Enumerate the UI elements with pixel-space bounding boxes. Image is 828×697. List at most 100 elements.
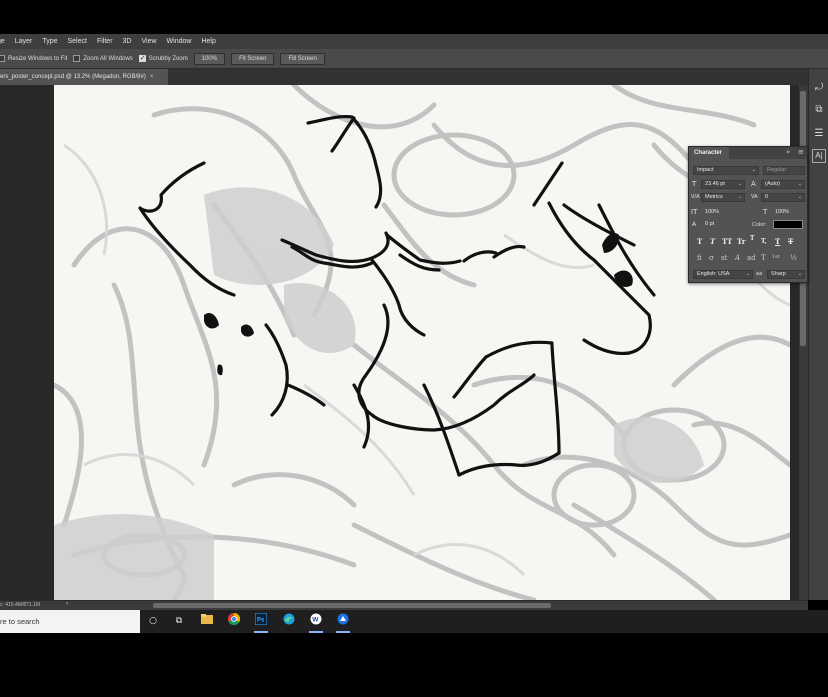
properties-icon[interactable]: ⧉ [812,103,826,117]
antialias-icon: aa [756,271,763,277]
superscript-button[interactable]: T [750,235,754,242]
chevron-down-icon: ⌄ [745,271,750,277]
resize-windows-checkbox[interactable]: Resize Windows to Fit [0,55,67,62]
resize-windows-label: Resize Windows to Fit [8,55,68,62]
document-tab-bar: ers_poster_concept.psd @ 13.2% (Megadon,… [0,69,828,85]
underline-button[interactable]: T [775,237,780,246]
menu-help[interactable]: Help [196,38,220,45]
font-family-select[interactable]: Impact ⌄ [693,166,759,175]
chrome-icon[interactable] [225,613,243,630]
leading-icon: A [751,180,756,188]
character-panel-title[interactable]: Character [689,147,729,159]
photoshop-logo-icon: Ps [254,612,268,626]
fill-screen-button[interactable]: Fill Screen [280,52,325,65]
kerning-icon: V/A [691,194,700,200]
baseline-shift-icon: A [692,221,697,228]
zoom-100-button[interactable]: 100% [193,52,226,65]
folder-icon [201,614,213,624]
horizontal-scrollbar[interactable] [68,602,808,609]
checkbox-off [0,55,5,62]
faux-italic-button[interactable]: T [710,237,715,246]
horizontal-scale-input[interactable]: 100% [771,208,805,217]
taskbar-search-input[interactable]: re to search [0,610,140,633]
chevron-down-icon: ⌄ [797,271,802,277]
titling-alternates-button[interactable]: T [761,254,766,262]
leading-input[interactable]: (Auto) ⌄ [761,180,805,189]
edge-icon[interactable] [280,613,298,630]
chrome-logo-icon [228,613,241,626]
subscript-button[interactable]: T, [761,238,767,245]
ligatures-button[interactable]: fi [697,254,702,262]
document-tab-title: ers_poster_concept.psd @ 13.2% (Megadon,… [0,74,146,80]
font-size-icon: T [692,180,697,188]
discretionary-ligatures-button[interactable]: st [721,254,727,262]
workspace [0,85,808,600]
language-select[interactable]: English: USA ⌄ [693,270,753,279]
tracking-icon: VA [751,194,758,200]
photoshop-icon[interactable]: Ps [252,612,270,633]
antialias-select[interactable]: Sharp ⌄ [767,270,805,279]
fit-screen-button[interactable]: Fit Screen [231,52,275,65]
menu-view[interactable]: View [136,38,161,45]
zoom-all-checkbox[interactable]: Zoom All Windows [73,55,133,62]
vertical-scale-icon: IT [691,208,698,216]
chevron-down-icon: ⌄ [737,194,742,200]
file-explorer-icon[interactable] [198,613,216,630]
menu-select[interactable]: Select [63,38,92,45]
checkbox-on [138,54,146,62]
horizontal-scale-icon: T [763,208,768,216]
right-panel-strip: ⤾ ⧉ ☰ A| [808,69,828,600]
history-icon[interactable]: ⤾ [812,81,826,95]
leading-value: (Auto) [765,181,780,187]
all-caps-button[interactable]: TT [722,237,732,246]
small-caps-button[interactable]: Tr [737,237,745,246]
vertical-scale-value: 100% [705,209,720,215]
strikethrough-button[interactable]: T [788,237,793,246]
app-w-icon[interactable]: W [307,613,325,633]
search-placeholder: re to search [0,617,40,626]
font-style-select[interactable]: Regular [763,166,805,175]
blue-app-logo-icon [337,613,349,625]
menu-layer[interactable]: Layer [10,38,38,45]
font-size-input[interactable]: 23.46 pt ⌄ [701,180,745,189]
horizontal-scroll-thumb[interactable] [153,603,551,608]
fractions-button[interactable]: ½ [790,254,797,262]
font-size-value: 23.46 pt [705,181,725,187]
menu-bar: ge Layer Type Select Filter 3D View Wind… [0,34,828,49]
menu-image[interactable]: ge [0,38,10,45]
character-panel-icon[interactable]: A| [812,149,826,163]
options-bar: Resize Windows to Fit Zoom All Windows S… [0,49,828,69]
zoom-all-label: Zoom All Windows [83,55,133,62]
baseline-shift-input[interactable]: 0 pt [701,220,745,229]
contextual-alternates-button[interactable]: σ [709,254,714,262]
menu-window[interactable]: Window [162,38,197,45]
ordinals-button[interactable]: 1st [772,254,780,260]
document-info[interactable]: c: 415.4M/871.1M [0,602,40,608]
task-view-icon[interactable]: ⧉ [170,613,188,630]
menu-filter[interactable]: Filter [92,38,118,45]
text-color-swatch[interactable] [773,220,803,229]
character-panel: Character » ≡ Impact ⌄ Regular T 23.46 p… [688,146,808,283]
menu-3d[interactable]: 3D [118,38,137,45]
adjustments-icon[interactable]: ☰ [812,127,826,141]
scrubby-zoom-checkbox[interactable]: Scrubby Zoom [138,54,188,62]
cortana-icon[interactable]: ○ [144,613,162,630]
kerning-select[interactable]: Metrics ⌄ [701,193,745,202]
baseline-shift-value: 0 pt [705,221,715,227]
antialias-value: Sharp [771,271,786,277]
svg-text:Ps: Ps [257,618,265,624]
app-blue-icon[interactable] [334,613,352,633]
vertical-scale-input[interactable]: 100% [701,208,745,217]
collapse-icon[interactable]: » [786,148,790,156]
tracking-input[interactable]: 0 ⌄ [761,193,805,202]
stylistic-alternates-button[interactable]: ad [747,254,756,262]
document-canvas[interactable] [54,85,790,600]
faux-bold-button[interactable]: T [697,237,702,246]
menu-type[interactable]: Type [37,38,62,45]
kerning-value: Metrics [705,194,723,200]
chevron-down-icon: ⌄ [737,181,742,187]
document-tab[interactable]: ers_poster_concept.psd @ 13.2% (Megadon,… [0,69,168,85]
swash-button[interactable]: A [735,254,740,262]
panel-menu-icon[interactable]: ≡ [798,148,804,156]
close-icon[interactable]: × [150,74,154,80]
